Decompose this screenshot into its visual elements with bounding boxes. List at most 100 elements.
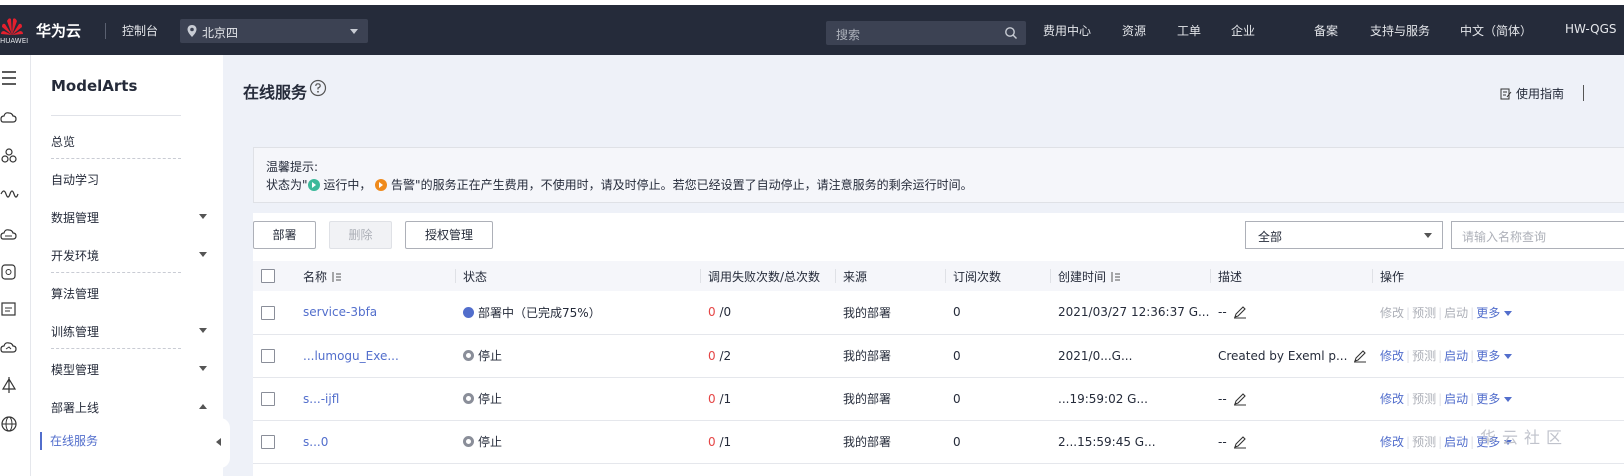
user-guide-label: 使用指南 — [1515, 87, 1564, 101]
start-action[interactable]: 启动 — [1444, 435, 1468, 449]
created-time: 2021/03/27 12:36:37 G... — [1050, 291, 1210, 335]
sidebar-item-algorithm-management[interactable]: 算法管理 — [51, 273, 181, 311]
predict-action[interactable]: 预测 — [1412, 392, 1436, 406]
brand-name[interactable]: 华为云 — [36, 20, 81, 41]
sidebar-item-overview[interactable]: 总览 — [51, 121, 181, 159]
name-search-placeholder: 请输入名称查询 — [1462, 230, 1547, 244]
monitor-icon[interactable] — [0, 299, 31, 321]
top-navigation-bar: HUAWEI 华为云 控制台 北京四 搜索 费用中心 资源 工单 企业 备案 支… — [0, 5, 1624, 55]
global-search-input[interactable]: 搜索 — [826, 21, 1026, 45]
sidebar-item-data-management[interactable]: 数据管理 — [51, 197, 207, 235]
sidebar-item-model-management[interactable]: 模型管理 — [51, 349, 207, 387]
nav-account[interactable]: HW-QGS — [1565, 22, 1617, 36]
chevron-down-icon — [1424, 233, 1432, 238]
row-checkbox[interactable] — [261, 348, 275, 363]
nav-icp[interactable]: 备案 — [1314, 22, 1338, 39]
sidebar-item-label: 总览 — [51, 135, 76, 149]
deploy-button[interactable]: 部署 — [253, 221, 316, 249]
more-action[interactable]: 更多 — [1476, 349, 1500, 363]
predict-action[interactable]: 预测 — [1412, 435, 1436, 449]
nav-language[interactable]: 中文（简体） — [1460, 22, 1532, 39]
chevron-down-icon — [199, 366, 207, 371]
sort-icon[interactable] — [1110, 271, 1121, 282]
row-checkbox[interactable] — [261, 305, 275, 320]
deploying-status-icon — [463, 306, 474, 318]
globe-icon[interactable] — [0, 413, 31, 435]
total-count: /2 — [719, 348, 732, 363]
sidebar-item-deployment[interactable]: 部署上线 — [51, 387, 207, 425]
more-action[interactable]: 更多 — [1476, 392, 1500, 406]
column-header-created[interactable]: 创建时间 — [1050, 261, 1210, 291]
sidebar-subitem-online-service[interactable]: 在线服务 — [40, 432, 98, 450]
service-table: 名称 状态 调用失败次数/总次数 来源 订阅次数 创建时间 描述 操作 serv… — [253, 261, 1624, 464]
storage-cloud-icon[interactable] — [0, 223, 31, 245]
help-icon[interactable] — [309, 79, 327, 97]
watermark: 华云社区 — [1480, 428, 1569, 447]
edit-icon[interactable] — [1233, 435, 1247, 449]
row-select-cell — [253, 291, 295, 335]
nav-billing[interactable]: 费用中心 — [1043, 22, 1091, 39]
predict-action[interactable]: 预测 — [1412, 306, 1436, 320]
network-icon[interactable] — [0, 183, 31, 205]
more-action[interactable]: 更多 — [1476, 306, 1500, 320]
service-name[interactable]: service-3bfa — [295, 291, 455, 335]
description: -- — [1210, 377, 1372, 421]
nav-resources[interactable]: 资源 — [1122, 22, 1146, 39]
failure-count: 0 — [708, 305, 716, 320]
user-guide-link[interactable]: 使用指南 — [1500, 85, 1564, 102]
start-action[interactable]: 启动 — [1444, 306, 1468, 320]
cluster-icon[interactable] — [0, 145, 31, 167]
console-link[interactable]: 控制台 — [122, 22, 158, 39]
edit-icon[interactable] — [1233, 392, 1247, 406]
modify-action[interactable]: 修改 — [1380, 306, 1404, 320]
ship-icon[interactable] — [0, 375, 31, 397]
cloud-refresh-icon[interactable] — [0, 337, 31, 359]
service-source: 我的部署 — [835, 291, 945, 335]
modify-action[interactable]: 修改 — [1380, 435, 1404, 449]
sidebar-item-dev-environment[interactable]: 开发环境 — [51, 235, 207, 273]
description-text: -- — [1218, 305, 1227, 320]
edit-icon[interactable] — [1353, 349, 1367, 363]
row-checkbox[interactable] — [261, 434, 275, 449]
name-search-input[interactable]: 请输入名称查询 — [1451, 221, 1624, 249]
tip-title: 温馨提示: — [266, 160, 319, 174]
status-progress: （已完成75%） — [514, 305, 601, 320]
edit-icon[interactable] — [1233, 305, 1247, 319]
sidebar-item-label: 数据管理 — [51, 211, 100, 225]
cloud-server-icon[interactable] — [0, 107, 31, 129]
sidebar-item-label: 算法管理 — [51, 287, 100, 301]
service-name[interactable]: s...-ijfl — [295, 377, 455, 421]
start-action[interactable]: 启动 — [1444, 349, 1468, 363]
column-header-call-failures: 调用失败次数/总次数 — [700, 261, 835, 291]
database-icon[interactable] — [0, 261, 31, 283]
delete-button[interactable]: 删除 — [329, 221, 392, 249]
sidebar-item-auto-learning[interactable]: 自动学习 — [51, 159, 181, 197]
status-filter-select[interactable]: 全部 — [1245, 221, 1443, 249]
column-header-description: 描述 — [1210, 261, 1372, 291]
select-all-checkbox[interactable] — [261, 269, 275, 284]
search-icon[interactable] — [1004, 26, 1018, 40]
menu-icon[interactable] — [0, 67, 31, 89]
service-name[interactable]: s...0 — [295, 420, 455, 464]
service-name[interactable]: ...lumogu_Exe... — [295, 334, 455, 378]
description: -- — [1210, 291, 1372, 335]
permission-management-button[interactable]: 授权管理 — [405, 221, 493, 249]
subscription-count: 0 — [945, 377, 1050, 421]
start-action[interactable]: 启动 — [1444, 392, 1468, 406]
sidebar-item-training-management[interactable]: 训练管理 — [51, 311, 207, 349]
modify-action[interactable]: 修改 — [1380, 349, 1404, 363]
region-selector[interactable]: 北京四 — [180, 19, 368, 43]
sort-icon[interactable] — [331, 271, 342, 282]
nav-support[interactable]: 支持与服务 — [1370, 22, 1430, 39]
table-row: ...lumogu_Exe... 停止 0 /2 我的部署 0 2021/0..… — [253, 334, 1624, 378]
status-label: 部署中 — [478, 305, 515, 320]
modify-action[interactable]: 修改 — [1380, 392, 1404, 406]
sidebar-item-label: 模型管理 — [51, 363, 100, 377]
column-header-name[interactable]: 名称 — [295, 261, 455, 291]
predict-action[interactable]: 预测 — [1412, 349, 1436, 363]
divider — [105, 23, 106, 39]
row-checkbox[interactable] — [261, 391, 275, 406]
nav-tickets[interactable]: 工单 — [1177, 22, 1201, 39]
document-edit-icon — [1500, 88, 1512, 100]
nav-enterprise[interactable]: 企业 — [1231, 22, 1255, 39]
